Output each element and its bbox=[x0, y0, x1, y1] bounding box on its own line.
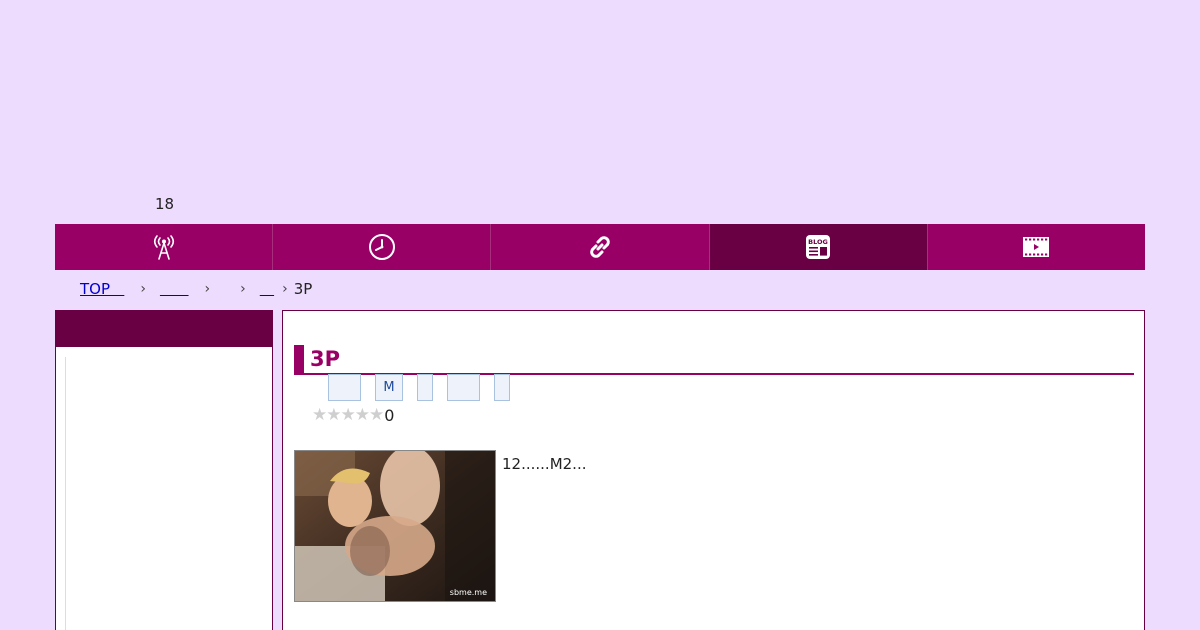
tag-button[interactable]: M bbox=[375, 374, 403, 401]
video-thumbnail[interactable]: sbme.me bbox=[294, 450, 496, 602]
breadcrumb-separator: › bbox=[204, 281, 211, 297]
main-nav: BLOG bbox=[55, 224, 1145, 270]
nav-item-blog[interactable]: BLOG bbox=[709, 224, 928, 270]
breadcrumb-tag-link[interactable] bbox=[260, 280, 274, 298]
breadcrumb-category-link[interactable] bbox=[160, 280, 189, 298]
tag-list: M bbox=[328, 374, 510, 401]
breadcrumb: TOP › › › › 3P bbox=[80, 280, 312, 298]
breadcrumb-current: 3P bbox=[293, 280, 313, 298]
article-description: 12......M2... bbox=[502, 455, 587, 473]
thumbnail-watermark: sbme.me bbox=[449, 588, 487, 597]
sidebar bbox=[55, 310, 273, 630]
svg-text:BLOG: BLOG bbox=[808, 238, 828, 246]
broadcast-tower-icon bbox=[150, 234, 178, 260]
blog-icon: BLOG bbox=[804, 233, 832, 261]
nav-item-live[interactable] bbox=[55, 224, 274, 270]
page-title: 3P bbox=[294, 345, 1134, 376]
star-rating-icon[interactable]: ★★★★★ bbox=[312, 405, 384, 425]
video-film-icon bbox=[1022, 235, 1050, 259]
age-notice: 18 bbox=[155, 195, 175, 213]
link-icon bbox=[586, 233, 614, 261]
tag-button[interactable] bbox=[417, 374, 433, 401]
nav-item-links[interactable] bbox=[491, 224, 710, 270]
thumbnail-image bbox=[295, 451, 495, 601]
breadcrumb-separator: › bbox=[240, 281, 246, 297]
clock-icon bbox=[368, 233, 396, 261]
article-panel: 3P M ★★★★★ 0 sbme.me 12......M2... bbox=[282, 310, 1145, 630]
breadcrumb-separator: › bbox=[140, 281, 146, 297]
sidebar-header bbox=[56, 311, 272, 347]
sidebar-divider bbox=[65, 357, 66, 630]
nav-item-new[interactable] bbox=[273, 224, 492, 270]
tag-button[interactable] bbox=[447, 374, 480, 401]
page: 18 BLOG TOP › › › › 3P 3P M ★★★★★ 0 sbme… bbox=[0, 0, 1200, 630]
tag-button[interactable] bbox=[328, 374, 361, 401]
rating-count: 0 bbox=[384, 405, 395, 425]
breadcrumb-separator: › bbox=[282, 281, 288, 297]
rating: ★★★★★ 0 bbox=[312, 405, 394, 425]
breadcrumb-top-link[interactable]: TOP bbox=[80, 280, 124, 298]
tag-button[interactable] bbox=[494, 374, 510, 401]
nav-item-video[interactable] bbox=[928, 224, 1145, 270]
